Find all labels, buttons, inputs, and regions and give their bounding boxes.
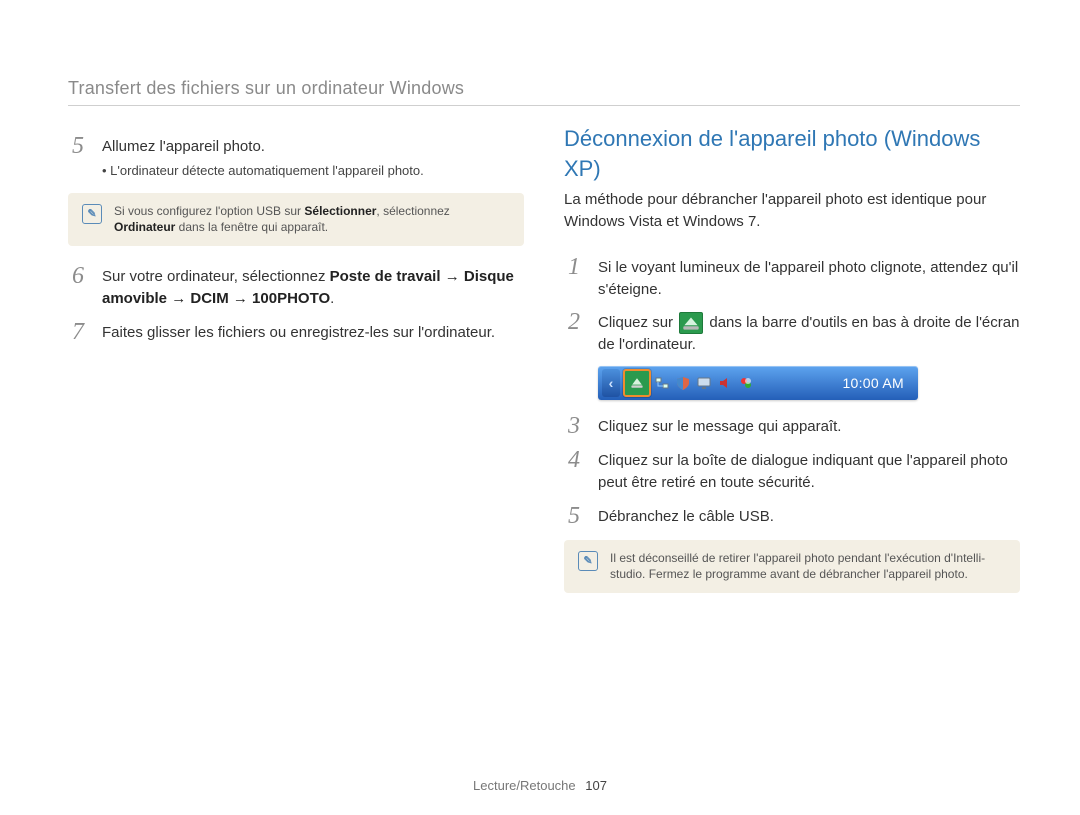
taskbar-screenshot: ‹ 10:00 AM [598,366,1020,400]
t: . [330,290,334,307]
t: Cliquez sur [598,314,677,331]
step-text: Cliquez sur la boîte de dialogue indiqua… [598,448,1020,494]
step-text: Cliquez sur dans la barre d'outils en ba… [598,310,1020,356]
step-sub: L'ordinateur détecte automatiquement l'a… [102,162,424,181]
page-footer: Lecture/Retouche 107 [0,778,1080,793]
step-number: 5 [564,504,584,528]
t: Sur votre ordinateur, sélectionnez [102,268,330,285]
step-6: 6 Sur votre ordinateur, sélectionnez Pos… [68,264,524,310]
t: DCIM [190,290,228,307]
t: , sélectionnez [376,204,449,218]
step-7: 7 Faites glisser les fichiers ou enregis… [68,320,524,344]
step-number: 1 [564,255,584,301]
r-step-3: 3 Cliquez sur le message qui apparaît. [564,414,1020,438]
section-intro: La méthode pour débrancher l'appareil ph… [564,189,1020,233]
arrow-icon: → [171,290,186,307]
step-text: Cliquez sur le message qui apparaît. [598,414,841,438]
taskbar-clock[interactable]: 10:00 AM [842,375,904,391]
section-title: Déconnexion de l'appareil photo (Windows… [564,124,1020,183]
t: dans la fenêtre qui apparaît. [175,220,328,234]
step-text: Allumez l'appareil photo. L'ordinateur d… [102,134,424,181]
step-number: 5 [68,134,88,181]
tray-expand-icon[interactable]: ‹ [602,369,620,397]
r-step-1: 1 Si le voyant lumineux de l'appareil ph… [564,255,1020,301]
volume-icon[interactable] [717,375,733,391]
content-columns: 5 Allumez l'appareil photo. L'ordinateur… [68,124,1020,611]
t: 100PHOTO [252,290,330,307]
note-box-intellistudio: ✎ Il est déconseillé de retirer l'appare… [564,540,1020,594]
step-5: 5 Allumez l'appareil photo. L'ordinateur… [68,134,524,181]
t: Si vous configurez l'option USB sur [114,204,304,218]
left-column: 5 Allumez l'appareil photo. L'ordinateur… [68,124,524,611]
right-column: Déconnexion de l'appareil photo (Windows… [564,124,1020,611]
r-step-2: 2 Cliquez sur dans la barre d'outils en … [564,310,1020,356]
note-box-usb: ✎ Si vous configurez l'option USB sur Sé… [68,193,524,247]
footer-section: Lecture/Retouche [473,778,576,793]
step-text: Faites glisser les fichiers ou enregistr… [102,320,495,344]
safe-remove-icon [679,312,703,334]
note-text: Il est déconseillé de retirer l'appareil… [610,550,1006,584]
t: Poste de travail [330,268,441,285]
step-main: Allumez l'appareil photo. [102,138,265,155]
system-tray [654,375,754,391]
step-text: Sur votre ordinateur, sélectionnez Poste… [102,264,524,310]
arrow-icon: → [233,290,248,307]
r-step-5: 5 Débranchez le câble USB. [564,504,1020,528]
note-icon: ✎ [578,551,598,571]
step-text: Débranchez le câble USB. [598,504,774,528]
step-number: 3 [564,414,584,438]
safe-remove-hardware-icon[interactable] [623,369,651,397]
header-rule [68,105,1020,106]
step-number: 7 [68,320,88,344]
t: Sélectionner [304,204,376,218]
app-tray-icon[interactable] [738,375,754,391]
note-icon: ✎ [82,204,102,224]
shield-icon[interactable] [675,375,691,391]
step-number: 6 [68,264,88,310]
step-number: 2 [564,310,584,356]
taskbar: ‹ 10:00 AM [598,366,918,400]
r-step-4: 4 Cliquez sur la boîte de dialogue indiq… [564,448,1020,494]
step-text: Si le voyant lumineux de l'appareil phot… [598,255,1020,301]
note-text: Si vous configurez l'option USB sur Séle… [114,203,510,237]
page-number: 107 [585,778,607,793]
arrow-icon: → [445,268,460,285]
step-number: 4 [564,448,584,494]
display-icon[interactable] [696,375,712,391]
t: Ordinateur [114,220,175,234]
network-icon[interactable] [654,375,670,391]
page-header: Transfert des fichiers sur un ordinateur… [68,78,1020,99]
